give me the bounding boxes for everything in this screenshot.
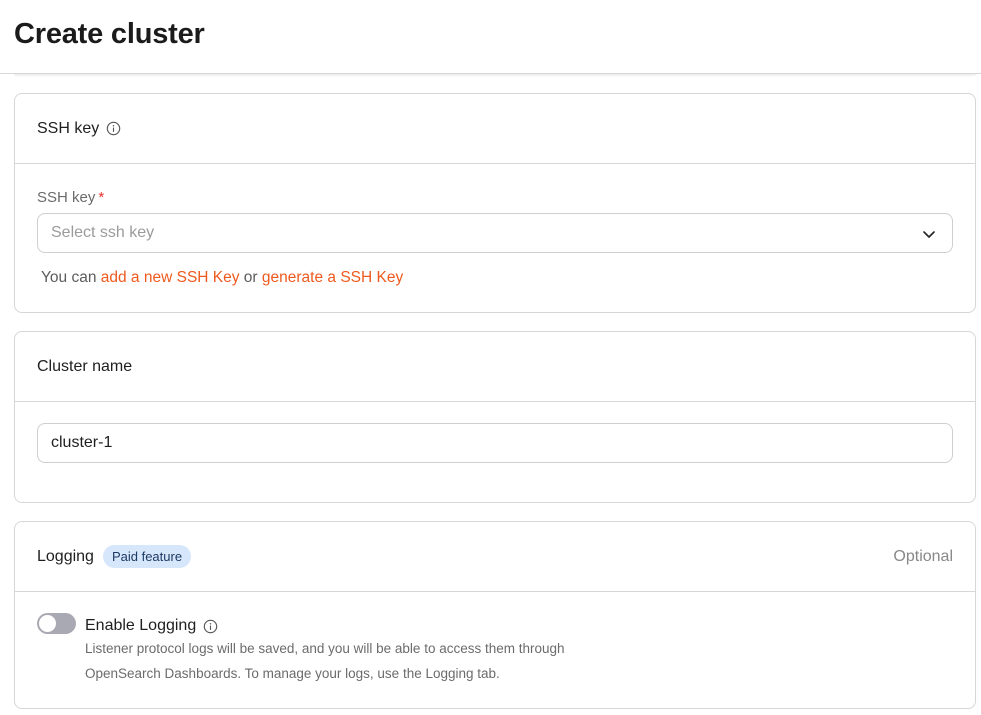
logging-description-line-1: Listener protocol logs will be saved, an…: [85, 641, 565, 656]
logging-card: Logging Paid feature Optional Enable Log…: [14, 521, 976, 709]
paid-feature-badge: Paid feature: [102, 545, 192, 568]
optional-label: Optional: [893, 547, 953, 565]
enable-logging-label: Enable Logging: [85, 617, 218, 635]
info-icon[interactable]: [203, 619, 218, 634]
chevron-down-icon: [921, 226, 937, 242]
cluster-name-field[interactable]: [51, 434, 939, 452]
cluster-name-card-title: Cluster name: [37, 357, 133, 375]
hint-or: or: [239, 269, 262, 286]
ssh-key-label-text: SSH key: [37, 189, 96, 206]
enable-logging-text: Enable Logging: [85, 617, 197, 634]
page-title: Create cluster: [14, 18, 205, 50]
add-ssh-key-link[interactable]: add a new SSH Key: [101, 269, 240, 286]
ssh-key-card-title: SSH key: [37, 119, 100, 137]
cluster-name-card-header: Cluster name: [15, 332, 975, 402]
logging-card-title: Logging: [37, 547, 94, 565]
logging-description-line-2: OpenSearch Dashboards. To manage your lo…: [85, 666, 500, 681]
ssh-key-select-placeholder: Select ssh key: [51, 224, 155, 241]
required-mark: *: [98, 189, 105, 206]
info-icon[interactable]: [106, 121, 121, 136]
cluster-name-card: Cluster name: [14, 331, 976, 503]
ssh-key-field-label: SSH key *: [37, 189, 104, 206]
enable-logging-toggle[interactable]: [37, 613, 76, 634]
toggle-knob: [39, 615, 56, 632]
ssh-key-card-header: SSH key: [15, 94, 975, 164]
ssh-key-select[interactable]: Select ssh key: [37, 213, 953, 253]
header-shadow: [14, 74, 976, 77]
generate-ssh-key-link[interactable]: generate a SSH Key: [262, 269, 403, 286]
ssh-key-hint: You can add a new SSH Key or generate a …: [41, 269, 403, 287]
cluster-name-input[interactable]: [37, 423, 953, 463]
ssh-key-card: SSH key SSH key * Select ssh key You can …: [14, 93, 976, 313]
logging-card-header: Logging Paid feature Optional: [15, 522, 975, 592]
hint-prefix: You can: [41, 269, 101, 286]
